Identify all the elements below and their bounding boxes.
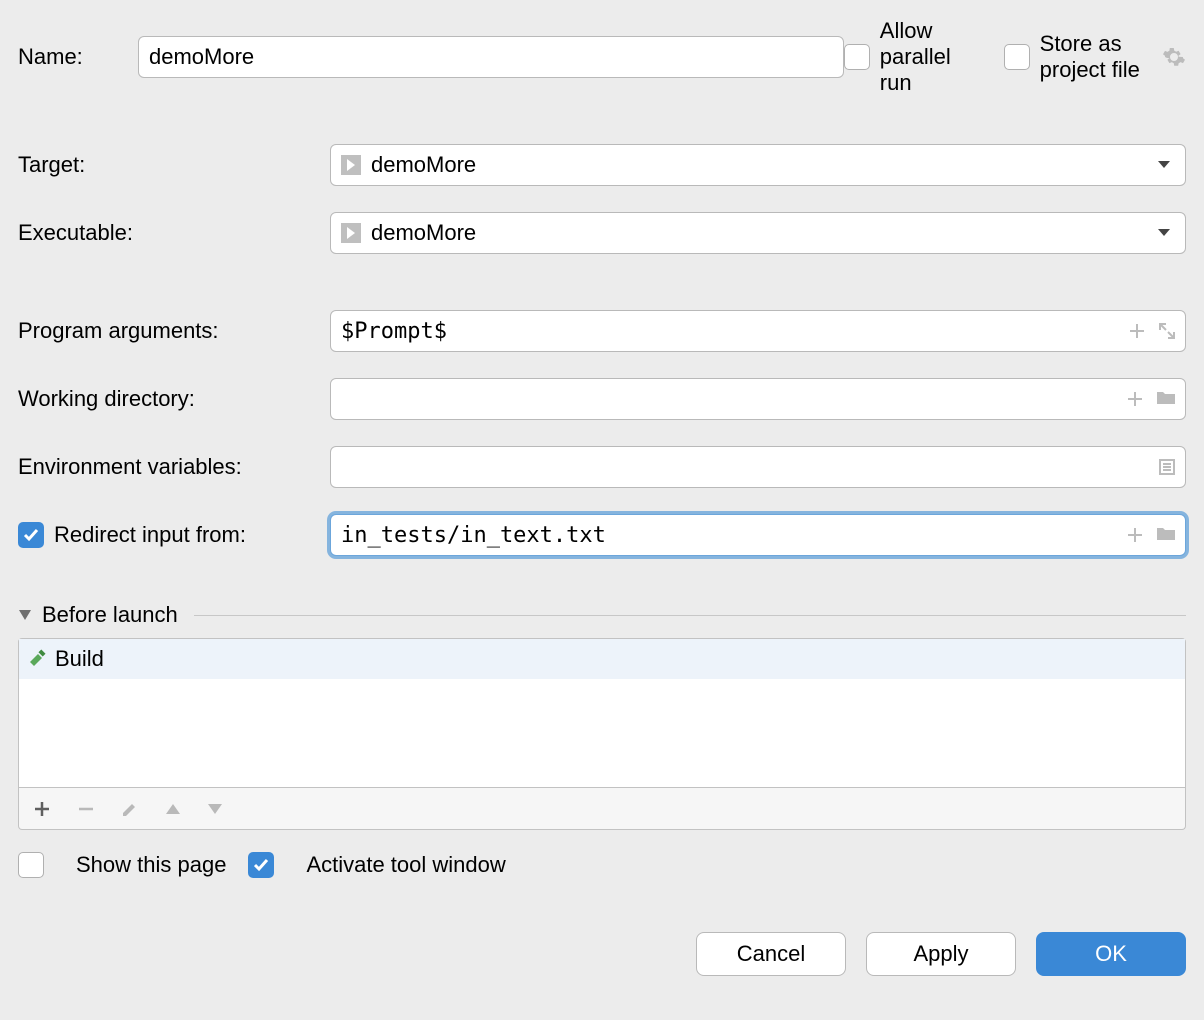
name-input[interactable] — [138, 36, 844, 78]
folder-icon[interactable] — [1156, 526, 1176, 544]
add-icon[interactable] — [33, 800, 51, 818]
redirect-input-label: Redirect input from: — [54, 522, 246, 548]
store-as-project-checkbox[interactable] — [1004, 44, 1030, 70]
before-launch-toolbar — [18, 788, 1186, 830]
target-value: demoMore — [371, 152, 476, 178]
target-label: Target: — [18, 152, 330, 178]
before-launch-list: Build — [18, 638, 1186, 788]
before-launch-item[interactable]: Build — [19, 639, 1185, 679]
redirect-input-checkbox[interactable] — [18, 522, 44, 548]
activate-tool-window-label: Activate tool window — [306, 852, 505, 878]
plus-icon[interactable] — [1128, 322, 1146, 340]
executable-combo[interactable]: demoMore — [330, 212, 1186, 254]
show-this-page-label: Show this page — [76, 852, 226, 878]
working-dir-input[interactable] — [330, 378, 1186, 420]
remove-icon[interactable] — [77, 800, 95, 818]
expand-icon[interactable] — [1158, 322, 1176, 340]
allow-parallel-checkbox[interactable] — [844, 44, 870, 70]
apply-button[interactable]: Apply — [866, 932, 1016, 976]
run-icon — [341, 223, 361, 243]
ok-button[interactable]: OK — [1036, 932, 1186, 976]
program-args-input[interactable] — [330, 310, 1186, 352]
show-this-page-checkbox[interactable] — [18, 852, 44, 878]
redirect-input-field[interactable] — [330, 514, 1186, 556]
move-down-icon[interactable] — [207, 803, 223, 815]
env-vars-label: Environment variables: — [18, 454, 330, 480]
executable-label: Executable: — [18, 220, 330, 246]
run-icon — [341, 155, 361, 175]
store-as-project-label: Store as project file — [1040, 31, 1152, 83]
plus-icon[interactable] — [1126, 526, 1144, 544]
target-combo[interactable]: demoMore — [330, 144, 1186, 186]
edit-icon[interactable] — [121, 800, 139, 818]
collapse-icon[interactable] — [18, 609, 32, 621]
executable-value: demoMore — [371, 220, 476, 246]
cancel-button[interactable]: Cancel — [696, 932, 846, 976]
plus-icon[interactable] — [1126, 390, 1144, 408]
program-args-label: Program arguments: — [18, 318, 330, 344]
chevron-down-icon — [1157, 228, 1171, 238]
allow-parallel-label: Allow parallel run — [880, 18, 980, 96]
hammer-icon — [27, 649, 47, 669]
folder-icon[interactable] — [1156, 390, 1176, 408]
env-vars-input[interactable] — [330, 446, 1186, 488]
name-label: Name: — [18, 44, 138, 70]
before-launch-item-label: Build — [55, 646, 104, 672]
activate-tool-window-checkbox[interactable] — [248, 852, 274, 878]
chevron-down-icon — [1157, 160, 1171, 170]
divider — [194, 615, 1186, 616]
move-up-icon[interactable] — [165, 803, 181, 815]
working-dir-label: Working directory: — [18, 386, 330, 412]
before-launch-label: Before launch — [42, 602, 178, 628]
gear-icon[interactable] — [1162, 45, 1186, 69]
list-icon[interactable] — [1158, 458, 1176, 476]
